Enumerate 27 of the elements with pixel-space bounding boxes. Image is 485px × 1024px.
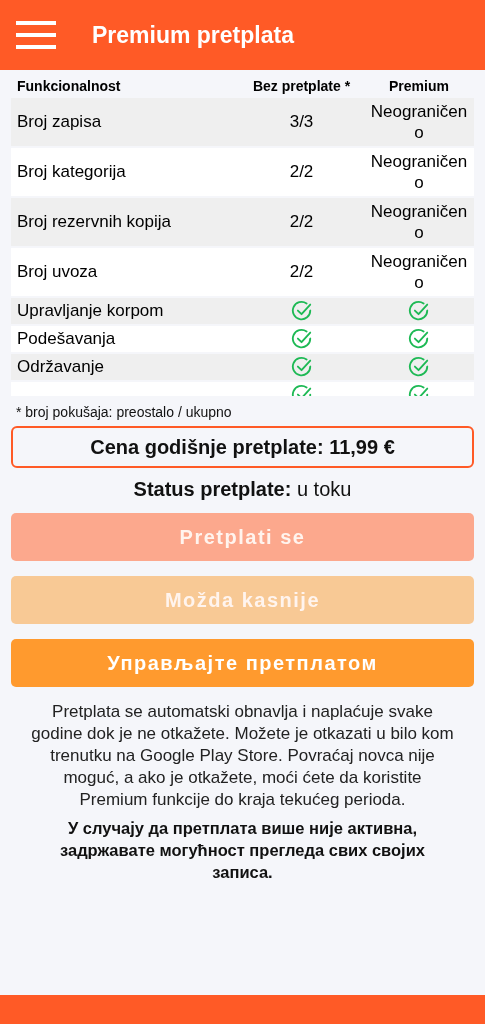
feature-name: Broj kategorija — [17, 162, 126, 181]
limit-value: Neograničeno — [369, 201, 469, 243]
feature-name: Broj uvoza — [17, 262, 98, 281]
notice-paragraph: У случају да претплата више није активна, задржавате могућност прегледа свих својих записа. — [58, 818, 426, 883]
price-banner: Cena godišnje pretplate: 11,99 € — [11, 426, 474, 468]
limit-value: Neograničeno — [369, 251, 469, 293]
limit-value: 2/2 — [289, 262, 314, 282]
status-value: u toku — [296, 478, 352, 500]
limit-value: 3/3 — [289, 112, 314, 132]
menu-icon[interactable] — [16, 21, 56, 49]
feature-name: Broj zapisa — [17, 112, 102, 131]
column-header: Funkcionalnost — [16, 78, 122, 94]
action-button[interactable]: Управљајте претплатом — [11, 639, 474, 687]
limit-value: 2/2 — [289, 162, 314, 182]
status-label: Status pretplate: — [133, 478, 292, 500]
column-header: Bez pretplate * — [251, 78, 352, 94]
limit-value: Neograničeno — [369, 151, 469, 193]
feature-name: Broj rezervnih kopija — [17, 212, 171, 231]
footnote: * broj pokušaja: preostalo / ukupno — [16, 404, 232, 420]
feature-name: Podešavanja — [17, 329, 116, 348]
info-paragraph: Pretplata se automatski obnavlja i naplaćuje svake godine dok je ne otkažete. Možete je otkazati u bilo kom trenutku na Google Play Store. Povraćaj novca nije moguć, a ako je otkažete, moći ćete da koristite Premium funkcije do kraja tekućeg perioda. — [30, 701, 455, 811]
app-title: Premium pretplata — [92, 21, 294, 49]
feature-name: Upravljanje korpom — [17, 301, 164, 320]
limit-value: Neograničeno — [369, 101, 469, 143]
column-header: Premium — [388, 78, 450, 94]
feature-name: Održavanje — [17, 357, 104, 376]
limit-value: 2/2 — [289, 212, 314, 232]
